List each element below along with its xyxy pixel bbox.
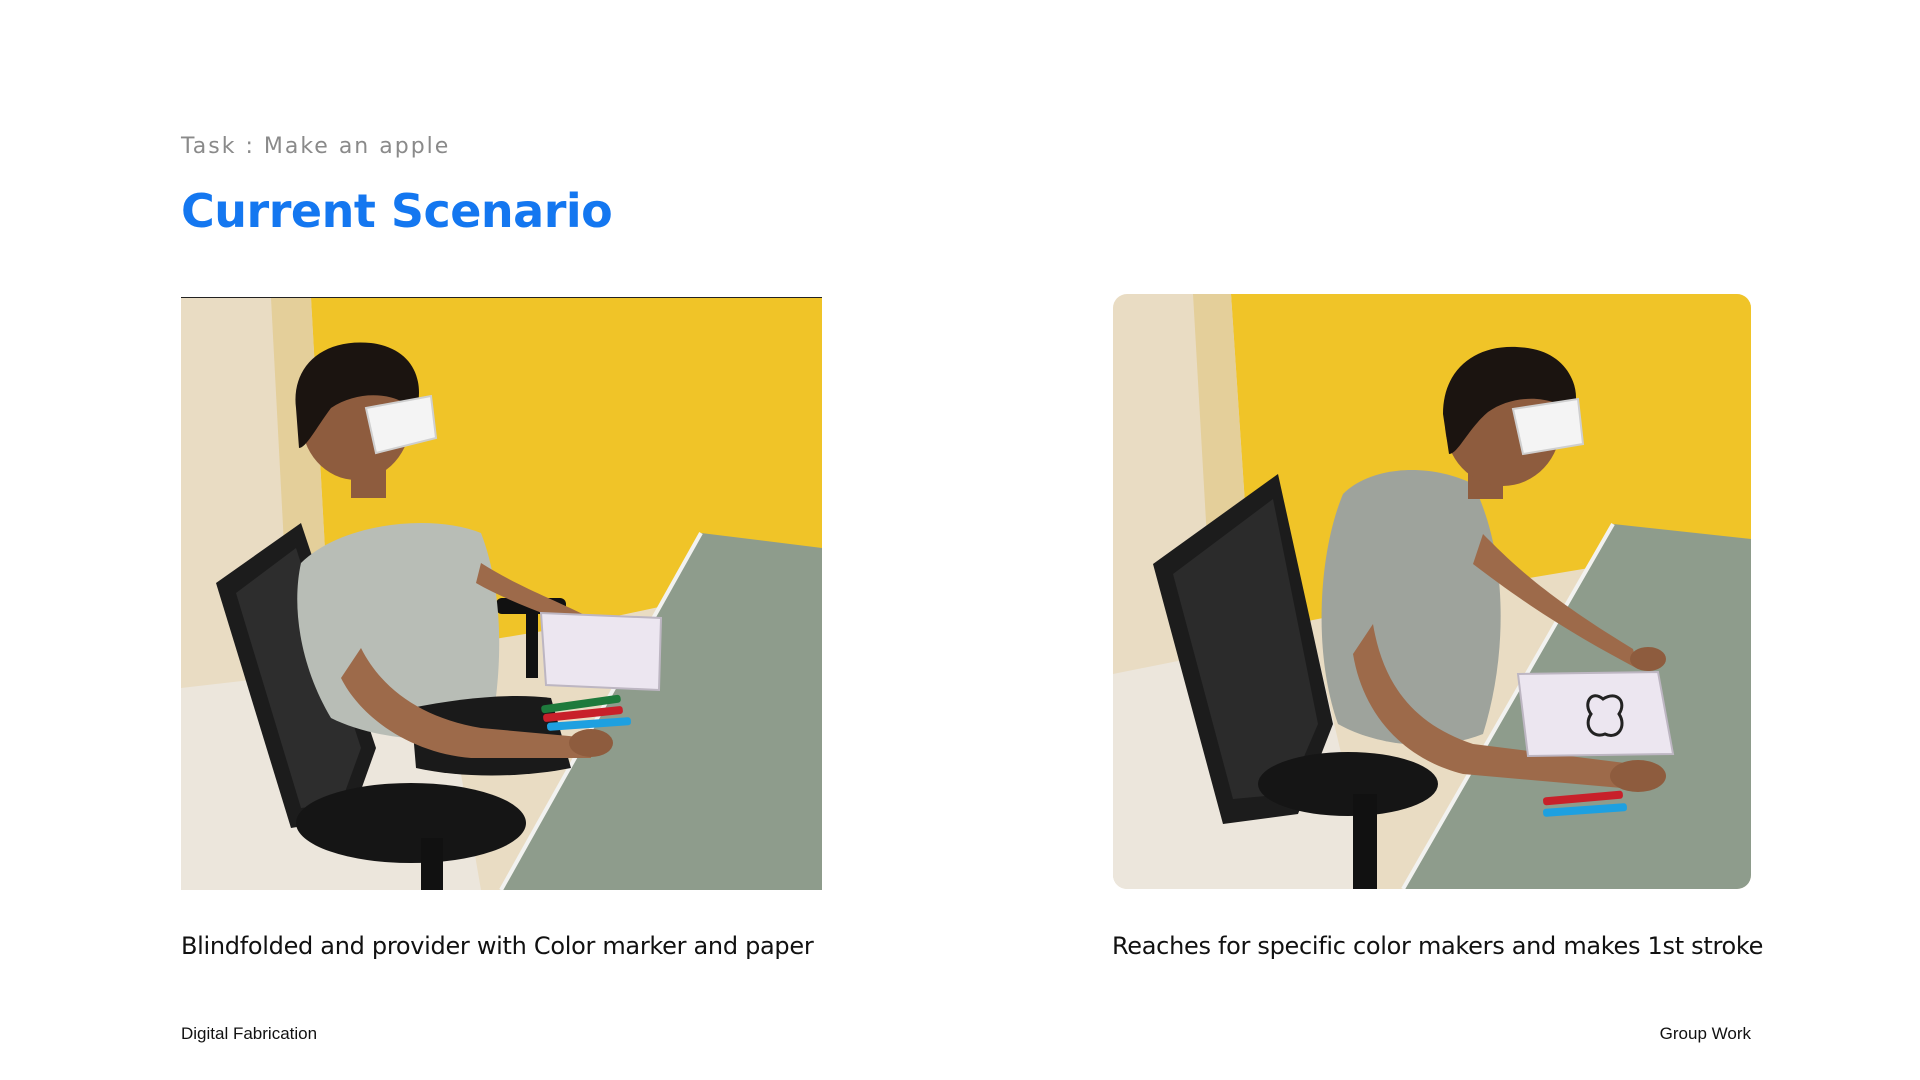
- footer-course-name: Digital Fabrication: [181, 1024, 318, 1043]
- scenario-photo-1: [181, 297, 822, 890]
- photo-caption-2: Reaches for specific color makers and ma…: [1112, 932, 1764, 960]
- scenario-photo-2: [1113, 294, 1751, 889]
- photo-caption-1: Blindfolded and provider with Color mark…: [181, 932, 814, 960]
- footer-work-type: Group Work: [1659, 1024, 1751, 1043]
- task-label: Task : Make an apple: [181, 134, 451, 159]
- page-title: Current Scenario: [181, 184, 613, 238]
